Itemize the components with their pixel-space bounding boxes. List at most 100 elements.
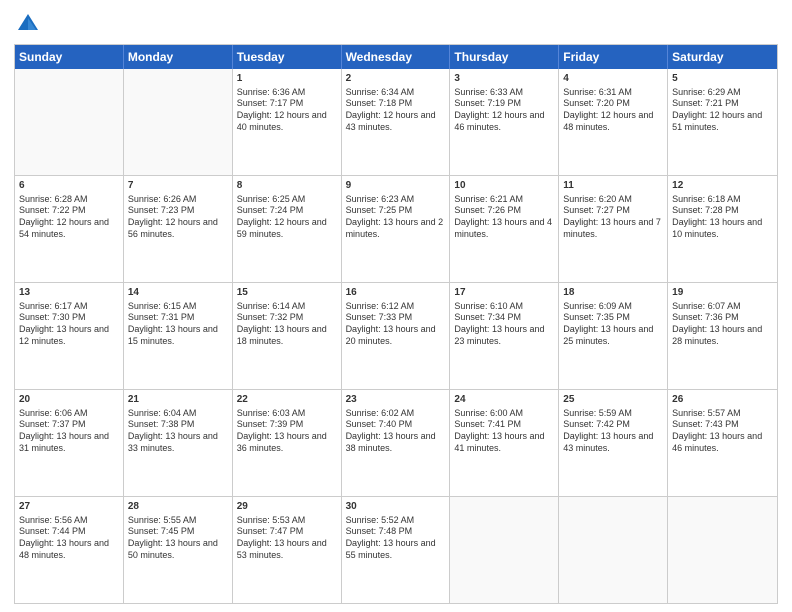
calendar-row-2: 6Sunrise: 6:28 AM Sunset: 7:22 PM Daylig… xyxy=(15,175,777,282)
day-cell-16: 16Sunrise: 6:12 AM Sunset: 7:33 PM Dayli… xyxy=(342,283,451,389)
day-cell-6: 6Sunrise: 6:28 AM Sunset: 7:22 PM Daylig… xyxy=(15,176,124,282)
day-cell-11: 11Sunrise: 6:20 AM Sunset: 7:27 PM Dayli… xyxy=(559,176,668,282)
day-number: 25 xyxy=(563,393,663,407)
day-cell-23: 23Sunrise: 6:02 AM Sunset: 7:40 PM Dayli… xyxy=(342,390,451,496)
day-cell-1: 1Sunrise: 6:36 AM Sunset: 7:17 PM Daylig… xyxy=(233,69,342,175)
day-info: Sunrise: 6:20 AM Sunset: 7:27 PM Dayligh… xyxy=(563,194,663,241)
empty-cell xyxy=(450,497,559,603)
day-info: Sunrise: 6:17 AM Sunset: 7:30 PM Dayligh… xyxy=(19,301,119,348)
day-number: 24 xyxy=(454,393,554,407)
day-info: Sunrise: 6:03 AM Sunset: 7:39 PM Dayligh… xyxy=(237,408,337,455)
day-number: 17 xyxy=(454,286,554,300)
day-info: Sunrise: 6:00 AM Sunset: 7:41 PM Dayligh… xyxy=(454,408,554,455)
day-cell-8: 8Sunrise: 6:25 AM Sunset: 7:24 PM Daylig… xyxy=(233,176,342,282)
calendar-row-5: 27Sunrise: 5:56 AM Sunset: 7:44 PM Dayli… xyxy=(15,496,777,603)
header xyxy=(14,10,778,38)
day-cell-9: 9Sunrise: 6:23 AM Sunset: 7:25 PM Daylig… xyxy=(342,176,451,282)
day-number: 23 xyxy=(346,393,446,407)
day-info: Sunrise: 6:33 AM Sunset: 7:19 PM Dayligh… xyxy=(454,87,554,134)
weekday-header-tuesday: Tuesday xyxy=(233,45,342,69)
day-info: Sunrise: 6:29 AM Sunset: 7:21 PM Dayligh… xyxy=(672,87,773,134)
weekday-header-monday: Monday xyxy=(124,45,233,69)
day-cell-2: 2Sunrise: 6:34 AM Sunset: 7:18 PM Daylig… xyxy=(342,69,451,175)
day-info: Sunrise: 6:14 AM Sunset: 7:32 PM Dayligh… xyxy=(237,301,337,348)
day-number: 3 xyxy=(454,72,554,86)
day-info: Sunrise: 6:28 AM Sunset: 7:22 PM Dayligh… xyxy=(19,194,119,241)
weekday-header-saturday: Saturday xyxy=(668,45,777,69)
empty-cell xyxy=(668,497,777,603)
day-cell-17: 17Sunrise: 6:10 AM Sunset: 7:34 PM Dayli… xyxy=(450,283,559,389)
day-number: 28 xyxy=(128,500,228,514)
logo-icon xyxy=(14,10,42,38)
day-info: Sunrise: 5:52 AM Sunset: 7:48 PM Dayligh… xyxy=(346,515,446,562)
day-cell-10: 10Sunrise: 6:21 AM Sunset: 7:26 PM Dayli… xyxy=(450,176,559,282)
day-number: 4 xyxy=(563,72,663,86)
day-number: 20 xyxy=(19,393,119,407)
day-info: Sunrise: 6:07 AM Sunset: 7:36 PM Dayligh… xyxy=(672,301,773,348)
day-cell-12: 12Sunrise: 6:18 AM Sunset: 7:28 PM Dayli… xyxy=(668,176,777,282)
weekday-header-sunday: Sunday xyxy=(15,45,124,69)
day-cell-15: 15Sunrise: 6:14 AM Sunset: 7:32 PM Dayli… xyxy=(233,283,342,389)
day-info: Sunrise: 6:25 AM Sunset: 7:24 PM Dayligh… xyxy=(237,194,337,241)
day-info: Sunrise: 6:23 AM Sunset: 7:25 PM Dayligh… xyxy=(346,194,446,241)
day-number: 1 xyxy=(237,72,337,86)
day-number: 2 xyxy=(346,72,446,86)
day-number: 8 xyxy=(237,179,337,193)
day-number: 26 xyxy=(672,393,773,407)
day-cell-18: 18Sunrise: 6:09 AM Sunset: 7:35 PM Dayli… xyxy=(559,283,668,389)
day-info: Sunrise: 6:02 AM Sunset: 7:40 PM Dayligh… xyxy=(346,408,446,455)
day-number: 18 xyxy=(563,286,663,300)
day-cell-13: 13Sunrise: 6:17 AM Sunset: 7:30 PM Dayli… xyxy=(15,283,124,389)
day-cell-28: 28Sunrise: 5:55 AM Sunset: 7:45 PM Dayli… xyxy=(124,497,233,603)
day-info: Sunrise: 5:59 AM Sunset: 7:42 PM Dayligh… xyxy=(563,408,663,455)
day-cell-27: 27Sunrise: 5:56 AM Sunset: 7:44 PM Dayli… xyxy=(15,497,124,603)
day-number: 21 xyxy=(128,393,228,407)
day-info: Sunrise: 6:26 AM Sunset: 7:23 PM Dayligh… xyxy=(128,194,228,241)
day-cell-14: 14Sunrise: 6:15 AM Sunset: 7:31 PM Dayli… xyxy=(124,283,233,389)
day-number: 14 xyxy=(128,286,228,300)
day-info: Sunrise: 6:36 AM Sunset: 7:17 PM Dayligh… xyxy=(237,87,337,134)
day-cell-20: 20Sunrise: 6:06 AM Sunset: 7:37 PM Dayli… xyxy=(15,390,124,496)
day-number: 16 xyxy=(346,286,446,300)
empty-cell xyxy=(124,69,233,175)
empty-cell xyxy=(559,497,668,603)
day-cell-5: 5Sunrise: 6:29 AM Sunset: 7:21 PM Daylig… xyxy=(668,69,777,175)
calendar: SundayMondayTuesdayWednesdayThursdayFrid… xyxy=(14,44,778,604)
day-number: 22 xyxy=(237,393,337,407)
weekday-header-wednesday: Wednesday xyxy=(342,45,451,69)
day-number: 12 xyxy=(672,179,773,193)
day-cell-3: 3Sunrise: 6:33 AM Sunset: 7:19 PM Daylig… xyxy=(450,69,559,175)
day-cell-22: 22Sunrise: 6:03 AM Sunset: 7:39 PM Dayli… xyxy=(233,390,342,496)
empty-cell xyxy=(15,69,124,175)
day-number: 29 xyxy=(237,500,337,514)
day-number: 13 xyxy=(19,286,119,300)
day-number: 5 xyxy=(672,72,773,86)
day-info: Sunrise: 6:09 AM Sunset: 7:35 PM Dayligh… xyxy=(563,301,663,348)
day-info: Sunrise: 5:55 AM Sunset: 7:45 PM Dayligh… xyxy=(128,515,228,562)
day-number: 15 xyxy=(237,286,337,300)
calendar-row-4: 20Sunrise: 6:06 AM Sunset: 7:37 PM Dayli… xyxy=(15,389,777,496)
calendar-header: SundayMondayTuesdayWednesdayThursdayFrid… xyxy=(15,45,777,69)
day-number: 6 xyxy=(19,179,119,193)
day-info: Sunrise: 5:56 AM Sunset: 7:44 PM Dayligh… xyxy=(19,515,119,562)
day-number: 30 xyxy=(346,500,446,514)
day-number: 11 xyxy=(563,179,663,193)
day-info: Sunrise: 5:53 AM Sunset: 7:47 PM Dayligh… xyxy=(237,515,337,562)
day-number: 10 xyxy=(454,179,554,193)
calendar-row-1: 1Sunrise: 6:36 AM Sunset: 7:17 PM Daylig… xyxy=(15,69,777,175)
calendar-row-3: 13Sunrise: 6:17 AM Sunset: 7:30 PM Dayli… xyxy=(15,282,777,389)
page: SundayMondayTuesdayWednesdayThursdayFrid… xyxy=(0,0,792,612)
day-cell-4: 4Sunrise: 6:31 AM Sunset: 7:20 PM Daylig… xyxy=(559,69,668,175)
calendar-body: 1Sunrise: 6:36 AM Sunset: 7:17 PM Daylig… xyxy=(15,69,777,603)
day-number: 19 xyxy=(672,286,773,300)
day-info: Sunrise: 6:10 AM Sunset: 7:34 PM Dayligh… xyxy=(454,301,554,348)
day-info: Sunrise: 6:34 AM Sunset: 7:18 PM Dayligh… xyxy=(346,87,446,134)
day-number: 7 xyxy=(128,179,228,193)
day-cell-25: 25Sunrise: 5:59 AM Sunset: 7:42 PM Dayli… xyxy=(559,390,668,496)
day-info: Sunrise: 6:21 AM Sunset: 7:26 PM Dayligh… xyxy=(454,194,554,241)
day-cell-19: 19Sunrise: 6:07 AM Sunset: 7:36 PM Dayli… xyxy=(668,283,777,389)
day-info: Sunrise: 6:06 AM Sunset: 7:37 PM Dayligh… xyxy=(19,408,119,455)
day-cell-29: 29Sunrise: 5:53 AM Sunset: 7:47 PM Dayli… xyxy=(233,497,342,603)
day-info: Sunrise: 6:18 AM Sunset: 7:28 PM Dayligh… xyxy=(672,194,773,241)
weekday-header-friday: Friday xyxy=(559,45,668,69)
